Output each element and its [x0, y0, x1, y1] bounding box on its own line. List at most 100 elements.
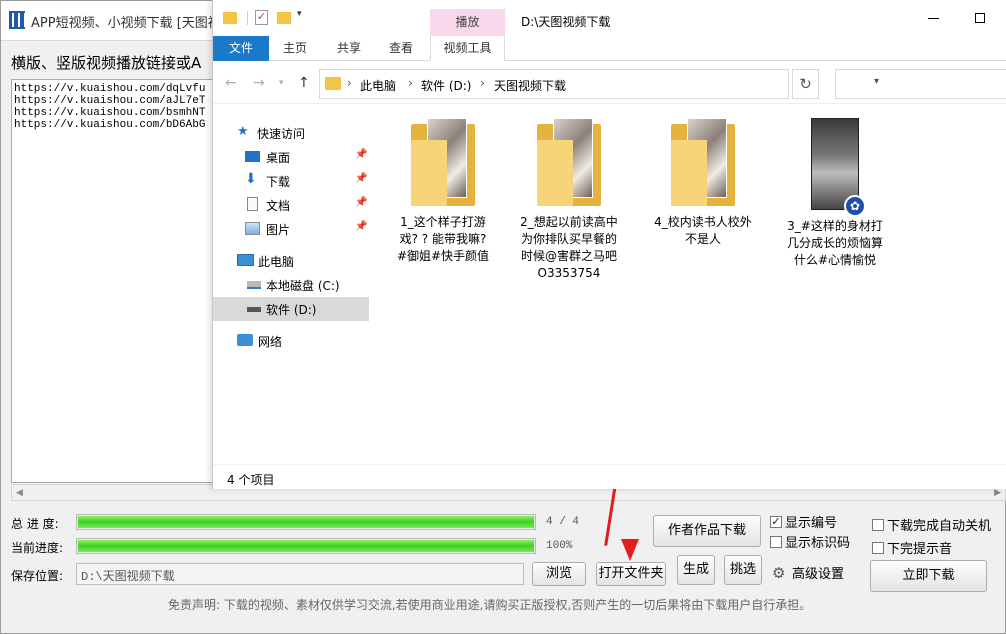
nav-item-quick-access[interactable]: ★ 快速访问 [213, 121, 369, 145]
file-list-pane: 1_这个样子打游戏? ? 能带我嘛? #御姐#快手颜值 2_想起以前读高中为你排… [381, 104, 995, 464]
file-item-name: 1_这个样子打游戏? ? 能带我嘛? #御姐#快手颜值 [396, 215, 490, 263]
checkbox-box[interactable] [872, 518, 884, 531]
properties-icon[interactable]: ✓ [255, 10, 268, 25]
show-number-checkbox[interactable]: ✓ 显示编号 [770, 512, 837, 531]
tab-video-tools[interactable]: 视频工具 [430, 36, 505, 61]
checkbox-box[interactable]: ✓ [770, 515, 782, 528]
desktop-icon [245, 151, 260, 162]
breadcrumb-drive-d[interactable]: 软件 (D:) [421, 77, 471, 94]
file-item-video[interactable]: ✿ 3_#这样的身材打几分成长的烦恼算什么#心情愉悦 [785, 118, 885, 269]
refresh-icon[interactable]: ↻ [792, 69, 819, 99]
context-tab-play[interactable]: 播放 [430, 9, 505, 36]
nav-item-this-pc[interactable]: 此电脑 [213, 249, 369, 273]
nav-item-label: 本地磁盘 (C:) [266, 279, 340, 293]
nav-item-label: 文档 [266, 199, 291, 213]
done-sound-checkbox[interactable]: 下完提示音 [872, 538, 952, 557]
total-progress-bar [76, 514, 536, 530]
nav-item-pictures[interactable]: 图片 📌 [213, 217, 369, 241]
nav-item-network[interactable]: 网络 [213, 329, 369, 353]
show-mark-checkbox[interactable]: 显示标识码 [770, 532, 850, 551]
auto-shutdown-checkbox[interactable]: 下载完成自动关机 [872, 515, 991, 534]
breadcrumb-this-pc[interactable]: 此电脑 [360, 77, 396, 94]
up-arrow-icon[interactable]: ↑ [298, 75, 310, 91]
file-item-folder[interactable]: 4_校内读书人校外不是人 [653, 118, 753, 248]
new-folder-icon[interactable] [277, 12, 291, 24]
file-item-folder[interactable]: 1_这个样子打游戏? ? 能带我嘛? #御姐#快手颜值 [393, 118, 493, 265]
disclaimer-text: 免责声明: 下载的视频、素材仅供学习交流,若使用商业用途,请购买正版授权,否则产… [168, 598, 812, 612]
minimize-icon[interactable] [928, 18, 939, 19]
app-logo-icon [9, 11, 26, 29]
recent-locations-chevron-icon[interactable]: ▾ [279, 78, 284, 88]
nav-item-label: 软件 (D:) [266, 303, 317, 317]
file-item-name: 2_想起以前读高中为你排队买早餐的时候@害群之马吧O3353754 [520, 215, 618, 280]
folder-thumbnail-icon [537, 118, 601, 206]
explorer-window-title: D:\天图视频下载 [521, 15, 611, 29]
tab-home[interactable]: 主页 [273, 36, 317, 61]
address-box[interactable]: › 此电脑 › 软件 (D:) › 天图视频下载 ▾ [319, 69, 879, 99]
checkbox-box[interactable] [770, 535, 782, 548]
breadcrumb-separator-icon[interactable]: › [347, 76, 352, 90]
nav-item-desktop[interactable]: 桌面 📌 [213, 145, 369, 169]
breadcrumb-separator-icon[interactable]: › [480, 76, 485, 90]
forward-arrow-icon[interactable]: → [253, 75, 265, 91]
nav-item-drive-c[interactable]: 本地磁盘 (C:) [213, 273, 369, 297]
pin-icon[interactable]: 📌 [355, 221, 367, 232]
search-input[interactable] [835, 69, 1006, 99]
generate-button[interactable]: 生成 [677, 555, 715, 585]
network-icon [237, 334, 253, 346]
pin-icon[interactable]: 📌 [355, 173, 367, 184]
customize-toolbar-chevron-icon[interactable]: ▾ [297, 9, 302, 19]
breadcrumb-separator-icon[interactable]: › [408, 76, 413, 90]
status-bar: 4 个项目 [213, 464, 1006, 489]
nav-item-documents[interactable]: 文档 📌 [213, 193, 369, 217]
checkbox-box[interactable] [872, 541, 884, 554]
annotation-arrow-head [621, 539, 639, 561]
folder-thumbnail-icon [671, 118, 735, 206]
save-path-field[interactable]: D:\天图视频下载 [76, 563, 524, 585]
current-progress-fill [78, 540, 534, 552]
total-progress-label: 总 进 度: [11, 517, 59, 531]
checkbox-label: 下载完成自动关机 [887, 519, 992, 534]
separator [247, 11, 248, 25]
checkbox-label: 显示编号 [785, 516, 838, 531]
checkbox-label: 下完提示音 [887, 542, 953, 557]
nav-item-drive-d[interactable]: 软件 (D:) [213, 297, 369, 321]
folder-thumbnail-icon [411, 118, 475, 206]
pin-icon[interactable]: 📌 [355, 149, 367, 160]
pick-button[interactable]: 挑选 [724, 555, 762, 585]
scroll-right-icon[interactable]: ▶ [994, 488, 1001, 498]
pin-icon[interactable]: 📌 [355, 197, 367, 208]
nav-item-label: 网络 [258, 335, 283, 349]
file-item-folder[interactable]: 2_想起以前读高中为你排队买早餐的时候@害群之马吧O3353754 [519, 118, 619, 282]
explorer-titlebar: ✓ ▾ 播放 D:\天图视频下载 [213, 0, 1006, 36]
author-works-download-button[interactable]: 作者作品下载 [653, 515, 761, 547]
back-arrow-icon[interactable]: ← [225, 75, 237, 91]
tab-view[interactable]: 查看 [379, 36, 423, 61]
star-icon: ★ [237, 124, 249, 139]
nav-item-label: 桌面 [266, 151, 291, 165]
total-progress-text: 4 / 4 [546, 516, 580, 528]
download-arrow-icon: ⬇ [245, 171, 257, 187]
url-input-prompt: 横版、竖版视频播放链接或A [11, 54, 202, 72]
pictures-icon [245, 222, 260, 235]
tab-file[interactable]: 文件 [213, 36, 269, 61]
open-folder-button[interactable]: 打开文件夹 [596, 562, 666, 586]
nav-item-downloads[interactable]: ⬇ 下载 📌 [213, 169, 369, 193]
tab-share[interactable]: 共享 [327, 36, 371, 61]
ribbon-tabs: 文件 主页 共享 查看 视频工具 [213, 36, 1006, 61]
video-thumbnail-icon: ✿ [811, 118, 866, 217]
scroll-left-icon[interactable]: ◀ [16, 488, 23, 498]
computer-icon [237, 254, 254, 266]
breadcrumb-current-folder[interactable]: 天图视频下载 [494, 77, 566, 94]
app-title: APP短视频、小视频下载 [天图视频 [31, 16, 234, 31]
nav-item-label: 下载 [266, 175, 291, 189]
address-bar-row: ← → ▾ ↑ › 此电脑 › 软件 (D:) › 天图视频下载 ▾ ↻ [213, 62, 1006, 104]
maximize-icon[interactable] [975, 13, 985, 23]
gear-icon[interactable]: ⚙ [772, 564, 785, 582]
advanced-settings-link[interactable]: 高级设置 [792, 563, 844, 582]
file-explorer-window: ✓ ▾ 播放 D:\天图视频下载 文件 主页 共享 查看 视频工具 ← → ▾ … [212, 0, 1006, 489]
nav-item-label: 快速访问 [257, 127, 306, 141]
browse-button[interactable]: 浏览 [532, 562, 586, 586]
download-now-button[interactable]: 立即下载 [870, 560, 987, 592]
document-icon [247, 197, 258, 211]
